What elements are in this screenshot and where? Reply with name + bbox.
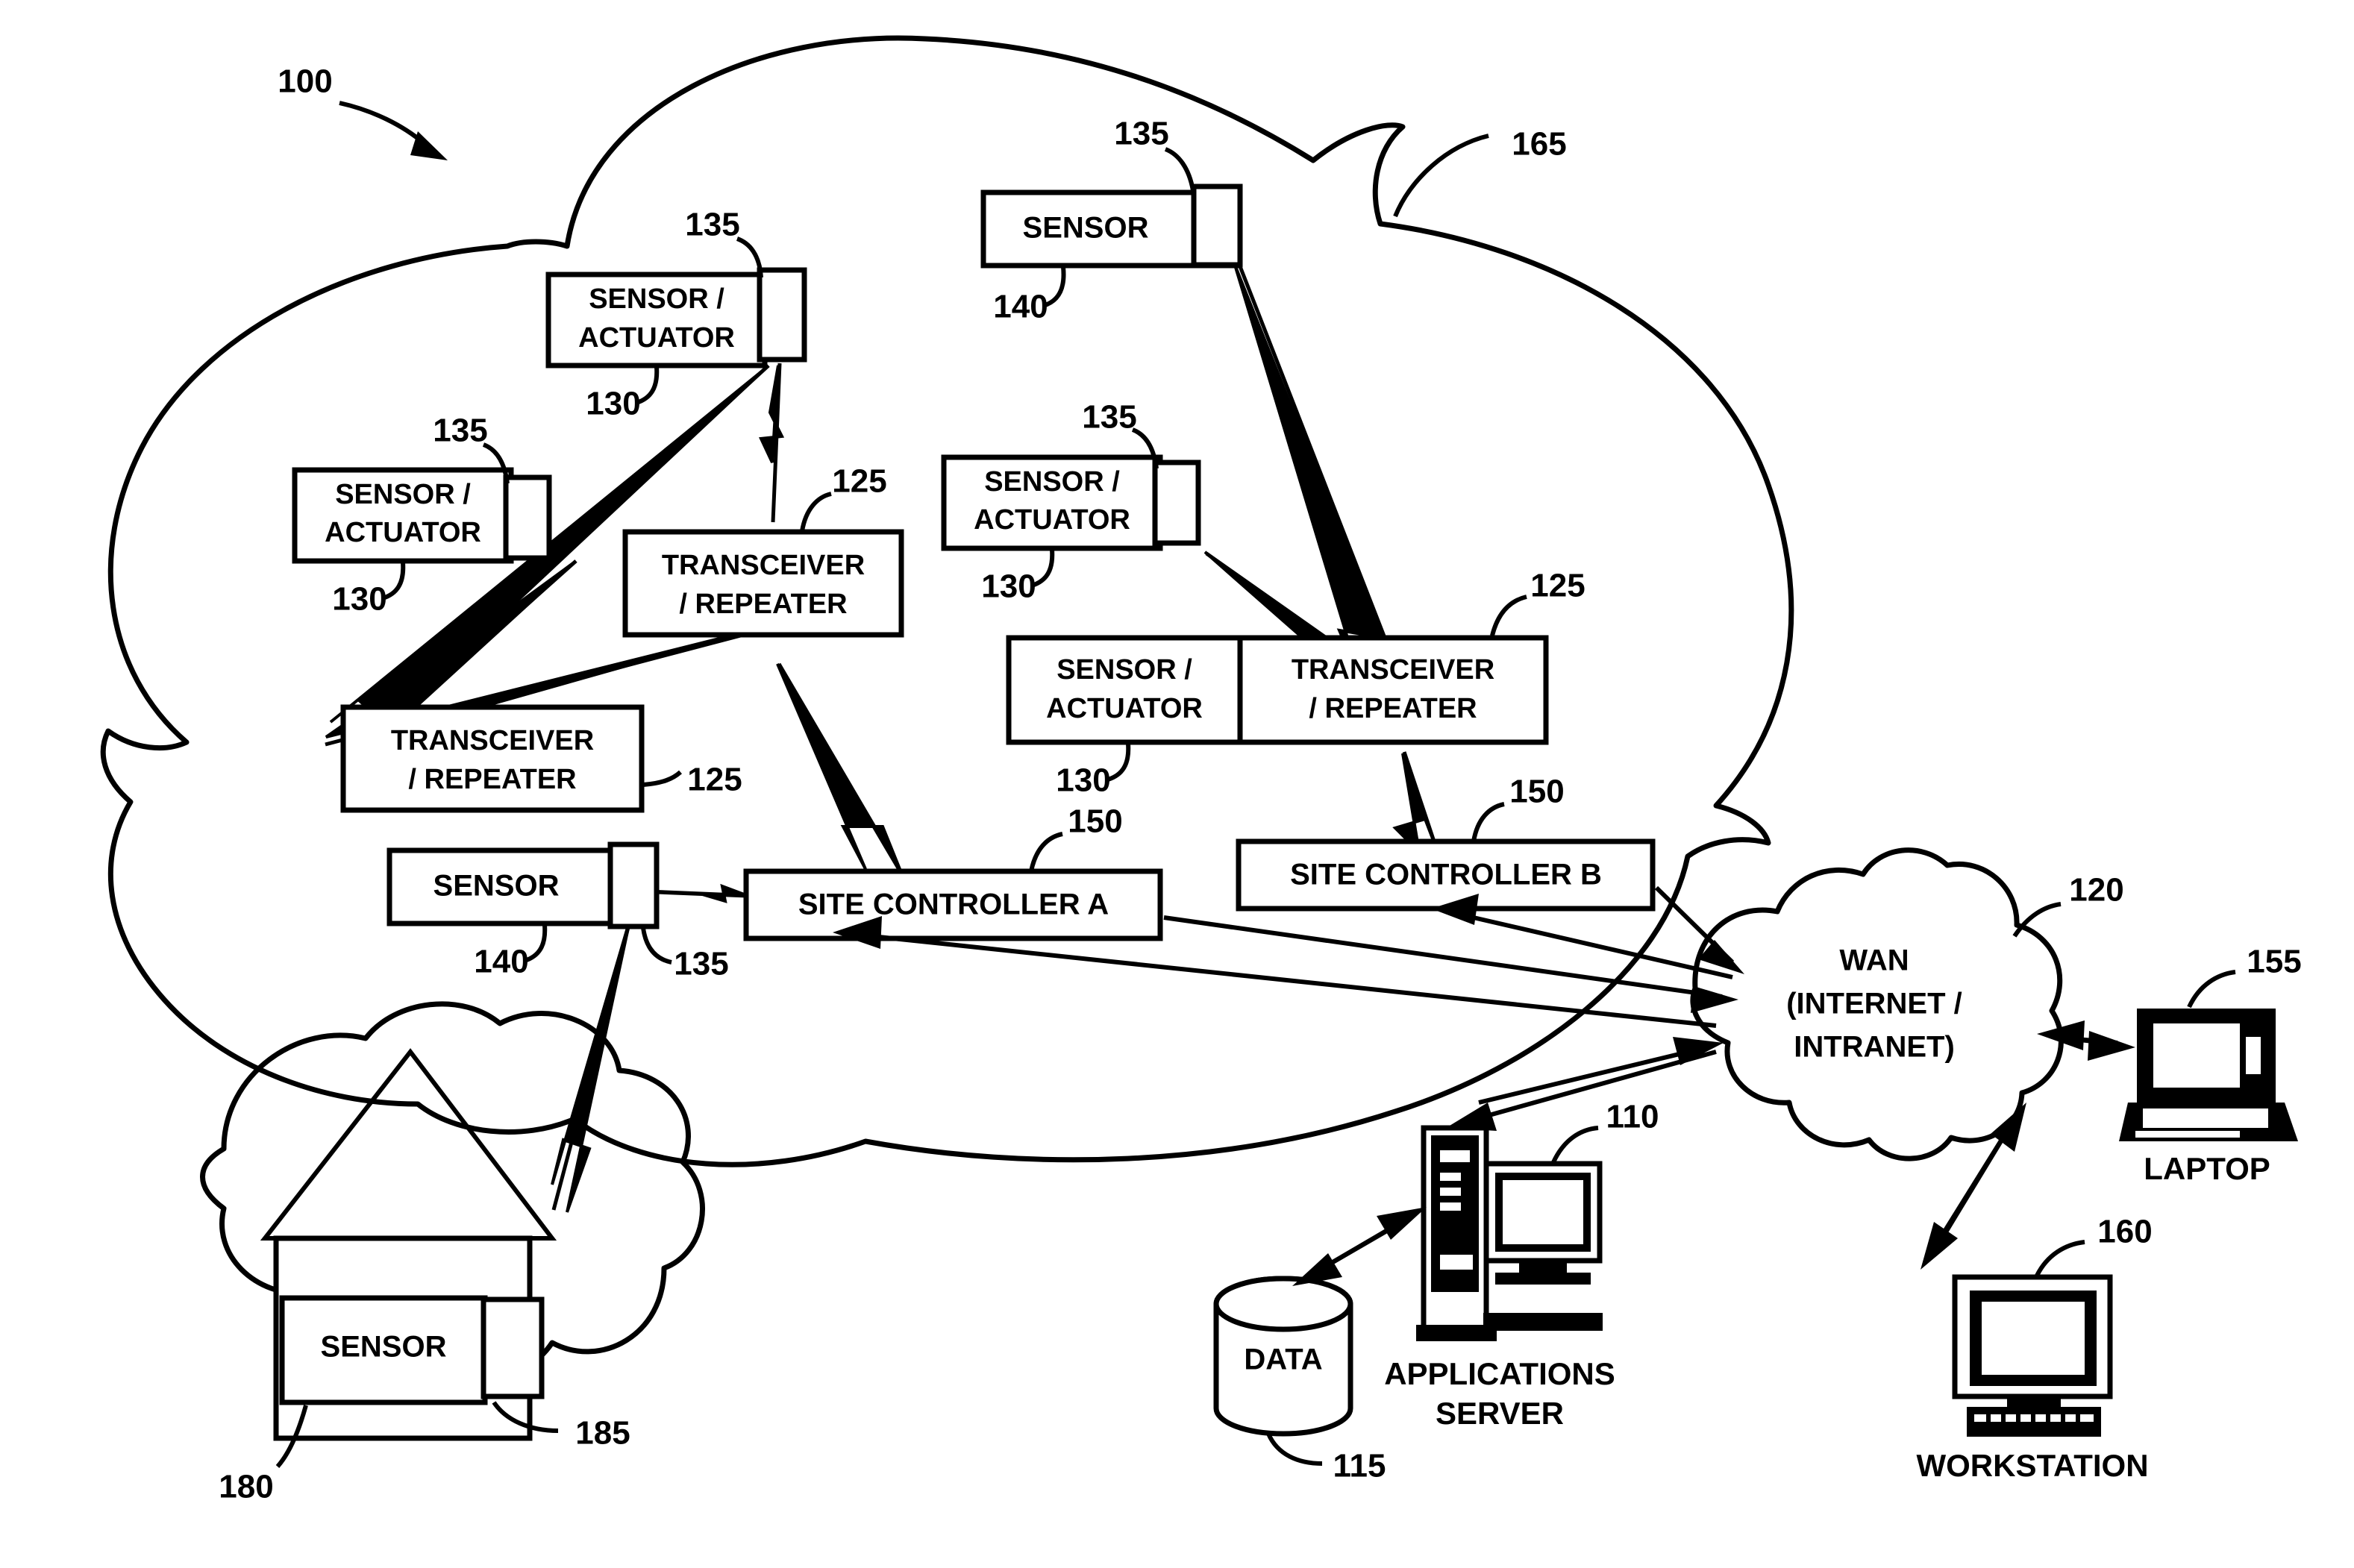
network-architecture-diagram: 165 100 SENSOR 135 140 SENSOR / ACTUATOR…	[100, 35, 2302, 1505]
sa-left-line2: ACTUATOR	[325, 517, 481, 548]
site-controller-b-label: SITE CONTROLLER B	[1290, 859, 1602, 891]
workstation-label: WORKSTATION	[1916, 1448, 2148, 1483]
ref-workstation-160: 160	[2097, 1214, 2152, 1250]
laptop-label: LAPTOP	[2144, 1151, 2270, 1186]
ref-sa-top-antenna-135: 135	[685, 207, 739, 243]
tr-right-line2: / REPEATER	[1309, 693, 1477, 724]
wan-line2: (INTERNET /	[1786, 988, 1962, 1020]
ref-laptop-155: 155	[2247, 944, 2301, 980]
tr-right-line1: TRANSCEIVER	[1292, 654, 1494, 686]
ref-tr-left-125: 125	[687, 762, 742, 798]
node-sensor-actuator-right[interactable]: SENSOR / ACTUATOR 130	[1006, 635, 1243, 799]
patent-figure-canvas: 165 100 SENSOR 135 140 SENSOR / ACTUATOR…	[0, 0, 2354, 1568]
sensor-top-label: SENSOR	[1023, 212, 1149, 245]
applications-server-line1: APPLICATIONS	[1384, 1356, 1615, 1391]
ref-sensor-top-antenna-135: 135	[1114, 116, 1168, 152]
ref-app-server-110: 110	[1606, 1099, 1659, 1135]
node-transceiver-left[interactable]: TRANSCEIVER / REPEATER 125	[340, 704, 742, 813]
figure-callout-100: 100	[278, 63, 448, 160]
ref-sa-top-130: 130	[586, 386, 640, 422]
wan-line1: WAN	[1839, 944, 1909, 977]
sa-mid-line2: ACTUATOR	[974, 504, 1130, 536]
node-site-controller-a[interactable]: SITE CONTROLLER A 150	[743, 803, 1163, 941]
ref-sa-left-130: 130	[332, 581, 386, 618]
wan-line3: INTRANET)	[1794, 1031, 1955, 1064]
ref-165: 165	[1512, 126, 1566, 163]
ref-sa-mid-antenna-135: 135	[1082, 399, 1136, 436]
node-sensor-top[interactable]: SENSOR 135 140	[980, 116, 1243, 325]
ref-tr-center-125: 125	[832, 463, 886, 500]
ref-sa-mid-130: 130	[981, 568, 1036, 605]
ref-home-180: 180	[219, 1469, 273, 1505]
ref-sensor-lower-140: 140	[474, 944, 528, 980]
node-sensor-lower[interactable]: SENSOR 140 135	[386, 841, 729, 982]
ref-sensor-top-140: 140	[993, 289, 1048, 325]
sensor-lower-label: SENSOR	[433, 870, 560, 903]
server-data-link	[1292, 1207, 1427, 1286]
node-data-store[interactable]: DATA 115	[1213, 1276, 1386, 1484]
node-workstation[interactable]: WORKSTATION 160	[1916, 1214, 2152, 1483]
sa-right-line2: ACTUATOR	[1046, 693, 1203, 724]
ref-sa-left-antenna-135: 135	[433, 413, 487, 449]
data-store-label: DATA	[1244, 1343, 1322, 1376]
node-sensor-actuator-mid[interactable]: SENSOR / ACTUATOR 135 130	[941, 399, 1201, 605]
node-transceiver-right[interactable]: TRANSCEIVER / REPEATER 125	[1237, 568, 1585, 745]
node-laptop[interactable]: LAPTOP 155	[2119, 944, 2302, 1186]
sa-right-line1: SENSOR /	[1057, 654, 1192, 686]
tr-center-line1: TRANSCEIVER	[662, 550, 865, 581]
node-transceiver-center[interactable]: TRANSCEIVER / REPEATER 125	[622, 463, 904, 638]
home-sensor-label: SENSOR	[321, 1331, 447, 1364]
applications-server-line2: SERVER	[1436, 1396, 1564, 1431]
tr-left-line1: TRANSCEIVER	[391, 725, 594, 756]
ref-tr-right-125: 125	[1530, 568, 1585, 604]
ref-sensor-lower-antenna-135: 135	[674, 946, 728, 982]
node-sensor-actuator-top[interactable]: SENSOR / ACTUATOR 135 130	[545, 207, 807, 422]
sa-mid-line1: SENSOR /	[984, 466, 1120, 498]
tr-center-line2: / REPEATER	[679, 589, 847, 620]
ref-100: 100	[278, 63, 332, 100]
sa-top-line1: SENSOR /	[589, 283, 724, 315]
ref-sa-right-130: 130	[1056, 762, 1110, 799]
ref-scb-150: 150	[1509, 774, 1564, 810]
node-applications-server[interactable]: APPLICATIONS SERVER 110	[1384, 1099, 1659, 1431]
ref-wan-120: 120	[2069, 872, 2123, 909]
tr-left-line2: / REPEATER	[408, 764, 576, 795]
ref-data-115: 115	[1333, 1448, 1386, 1484]
site-controller-a-label: SITE CONTROLLER A	[798, 888, 1109, 921]
node-site-controller-b[interactable]: SITE CONTROLLER B 150	[1236, 774, 1656, 912]
wan-cloud[interactable]: WAN (INTERNET / INTRANET) 120	[1690, 847, 2124, 1161]
ref-home-sensor-185: 185	[575, 1415, 630, 1452]
sa-top-line2: ACTUATOR	[578, 322, 735, 354]
ref-sca-150: 150	[1068, 803, 1122, 840]
sa-left-line1: SENSOR /	[335, 479, 471, 510]
